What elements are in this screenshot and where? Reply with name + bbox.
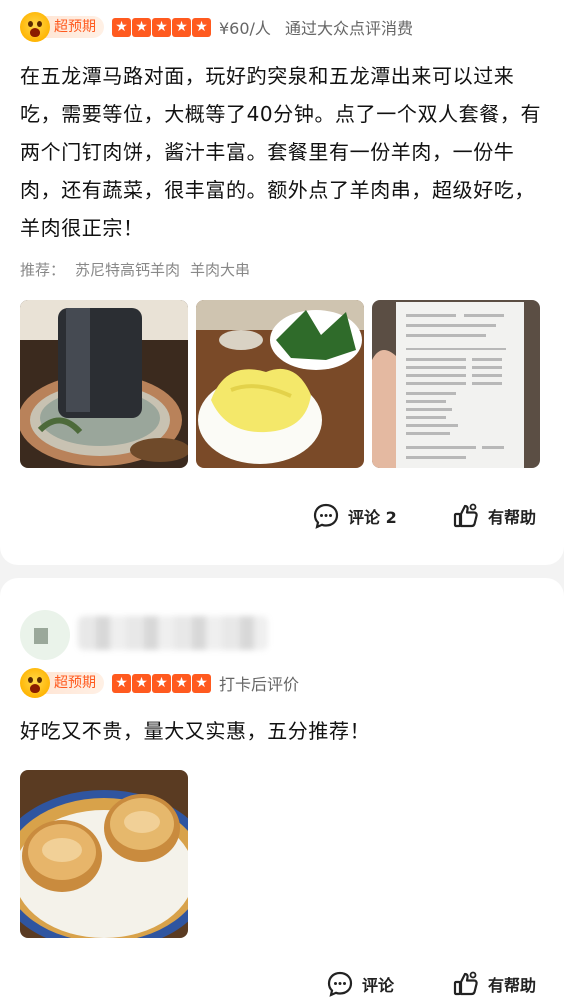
- star-icon: ★: [172, 673, 191, 693]
- star-icon: ★: [132, 673, 151, 693]
- star-icon: ★: [172, 17, 191, 37]
- comment-button[interactable]: 评论: [326, 968, 394, 1000]
- review-body[interactable]: 好吃又不贵，量大又实惠，五分推荐！: [20, 712, 548, 750]
- rating-row: 超预期 ★ ★ ★ ★ ★ ¥60/人 通过大众点评消费: [20, 12, 413, 42]
- review-body[interactable]: 在五龙潭马路对面，玩好趵突泉和五龙潭出来可以过来吃，需要等位，大概等了40分钟。…: [20, 57, 548, 247]
- star-rating: ★ ★ ★ ★ ★: [112, 673, 211, 693]
- helpful-label: 有帮助: [488, 508, 537, 527]
- star-rating: ★ ★ ★ ★ ★: [112, 17, 211, 37]
- recommend-item[interactable]: 羊肉大串: [190, 261, 250, 279]
- cabbage-greens-photo[interactable]: [196, 300, 364, 468]
- star-icon: ★: [132, 17, 151, 37]
- receipt-photo[interactable]: [372, 300, 540, 468]
- expectation-badge: 超预期: [44, 16, 104, 38]
- star-icon: ★: [152, 17, 171, 37]
- review-card-1: 超预期 ★ ★ ★ ★ ★ ¥60/人 通过大众点评消费 在五龙潭马路对面，玩好…: [0, 0, 564, 565]
- helpful-button[interactable]: 有帮助: [452, 500, 536, 532]
- star-icon: ★: [192, 17, 211, 37]
- comment-icon: [313, 503, 339, 529]
- star-icon: ★: [112, 673, 131, 693]
- consumption-source: 通过大众点评消费: [284, 19, 413, 38]
- helpful-thumb-icon: [453, 971, 478, 996]
- helpful-button[interactable]: 有帮助: [452, 968, 536, 1000]
- comment-icon: [327, 971, 353, 997]
- rating-row: 超预期 ★ ★ ★ ★ ★ 打卡后评价: [20, 668, 299, 698]
- helpful-label: 有帮助: [488, 976, 537, 995]
- comment-button[interactable]: 评论 2: [312, 500, 397, 532]
- smiley-emoji-icon: [20, 12, 50, 42]
- star-icon: ★: [192, 673, 211, 693]
- copper-hotpot-photo[interactable]: [20, 300, 188, 468]
- recommended-dishes: 推荐： 苏尼特高钙羊肉 羊肉大串: [20, 259, 250, 280]
- review-card-2: 超预期 ★ ★ ★ ★ ★ 打卡后评价 好吃又不贵，量大又实惠，五分推荐！ 评论…: [0, 578, 564, 1008]
- avatar[interactable]: [20, 610, 70, 660]
- review-tag: 打卡后评价: [219, 675, 300, 694]
- comment-label: 评论: [362, 976, 395, 995]
- meat-pies-photo[interactable]: [20, 770, 188, 938]
- expectation-badge: 超预期: [44, 672, 104, 694]
- star-icon: ★: [152, 673, 171, 693]
- helpful-thumb-icon: [453, 503, 478, 528]
- blurred-username: [78, 616, 268, 650]
- reviewer-info[interactable]: [20, 602, 280, 664]
- recommend-label: 推荐：: [20, 261, 66, 279]
- price-per-person: ¥60/人: [219, 19, 271, 38]
- comment-count-label: 评论 2: [348, 508, 397, 527]
- star-icon: ★: [112, 17, 131, 37]
- recommend-item[interactable]: 苏尼特高钙羊肉: [75, 261, 180, 279]
- smiley-emoji-icon: [20, 668, 50, 698]
